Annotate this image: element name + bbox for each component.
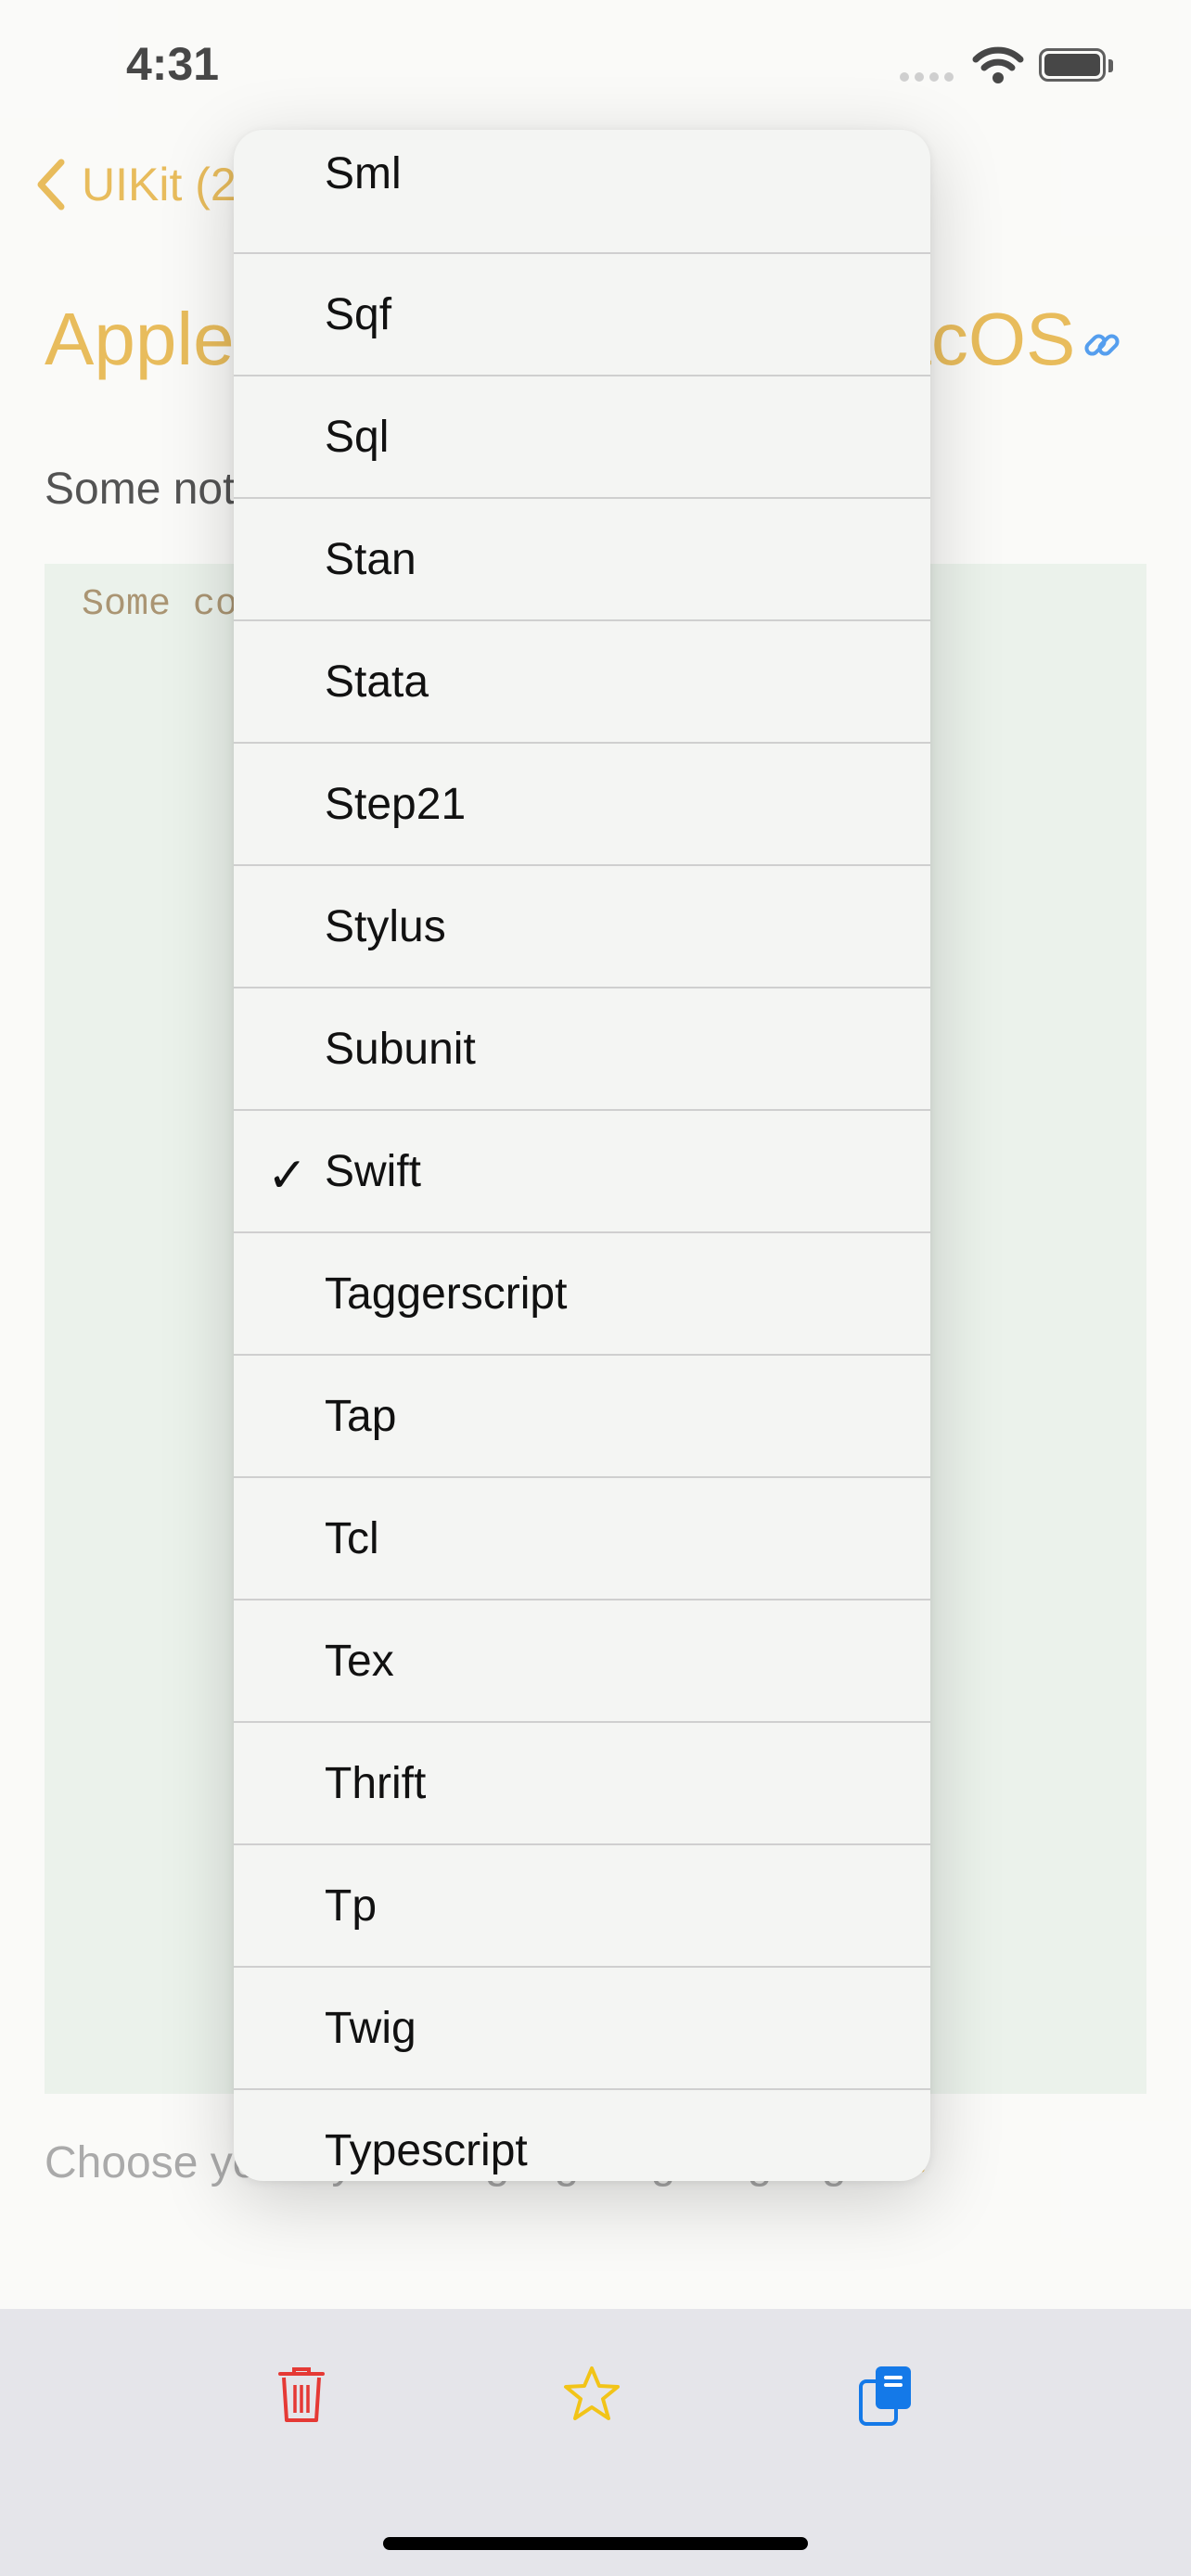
menu-item-tap[interactable]: Tap <box>234 1354 930 1476</box>
menu-item-label: Stata <box>325 657 429 707</box>
menu-item-stata[interactable]: Stata <box>234 619 930 742</box>
status-time: 4:31 <box>126 38 220 90</box>
bottom-toolbar <box>0 2309 1191 2576</box>
menu-item-tex[interactable]: Tex <box>234 1599 930 1721</box>
menu-item-label: Stylus <box>325 902 446 951</box>
menu-item-tp[interactable]: Tp <box>234 1843 930 1966</box>
menu-item-label: Thrift <box>325 1759 427 1808</box>
battery-icon <box>1039 48 1106 82</box>
menu-item-label: Sqf <box>325 290 392 339</box>
menu-item-stan[interactable]: Stan <box>234 497 930 619</box>
menu-item-sml[interactable]: Sml <box>234 130 930 252</box>
menu-item-label: Swift <box>325 1147 422 1196</box>
menu-item-stylus[interactable]: Stylus <box>234 864 930 987</box>
menu-item-twig[interactable]: Twig <box>234 1966 930 2088</box>
menu-item-swift[interactable]: ✓ Swift <box>234 1109 930 1231</box>
menu-item-label: Stan <box>325 535 416 584</box>
menu-item-label: Tcl <box>325 1514 379 1563</box>
menu-item-label: Sml <box>325 149 402 198</box>
language-menu: Sml Sqf Sql Stan Stata Step21 Stylus Subunit ✓ Sw… <box>234 130 930 2181</box>
chevron-left-icon <box>37 159 65 210</box>
status-bar: 4:31 <box>0 0 1191 130</box>
menu-item-taggerscript[interactable]: Taggerscript <box>234 1231 930 1354</box>
menu-item-label: Twig <box>325 2004 416 2053</box>
menu-item-label: Step21 <box>325 780 467 829</box>
menu-item-label: Subunit <box>325 1025 476 1074</box>
menu-item-thrift[interactable]: Thrift <box>234 1721 930 1843</box>
menu-item-sql[interactable]: Sql <box>234 375 930 497</box>
copy-icon[interactable] <box>859 2365 913 2426</box>
menu-item-label: Taggerscript <box>325 1269 568 1319</box>
menu-item-step21[interactable]: Step21 <box>234 742 930 864</box>
checkmark-icon: ✓ <box>267 1149 308 1203</box>
home-indicator <box>383 2537 808 2550</box>
menu-item-label: Typescript <box>325 2126 528 2175</box>
back-button[interactable]: UIKit (2 <box>35 158 237 211</box>
menu-item-subunit[interactable]: Subunit <box>234 987 930 1109</box>
wifi-icon <box>972 46 1024 83</box>
back-label: UIKit (2 <box>82 159 237 210</box>
menu-item-typescript[interactable]: Typescript <box>234 2088 930 2181</box>
menu-item-label: Sql <box>325 413 390 462</box>
cellular-signal-icon <box>900 72 954 82</box>
menu-item-label: Tap <box>325 1392 397 1441</box>
menu-item-tcl[interactable]: Tcl <box>234 1476 930 1599</box>
menu-item-label: Tex <box>325 1637 394 1686</box>
battery-cap <box>1108 59 1113 72</box>
menu-item-sqf[interactable]: Sqf <box>234 252 930 375</box>
menu-item-label: Tp <box>325 1881 378 1931</box>
star-icon[interactable] <box>562 2365 621 2424</box>
link-icon[interactable] <box>1082 325 1122 365</box>
trash-icon[interactable] <box>276 2365 327 2424</box>
